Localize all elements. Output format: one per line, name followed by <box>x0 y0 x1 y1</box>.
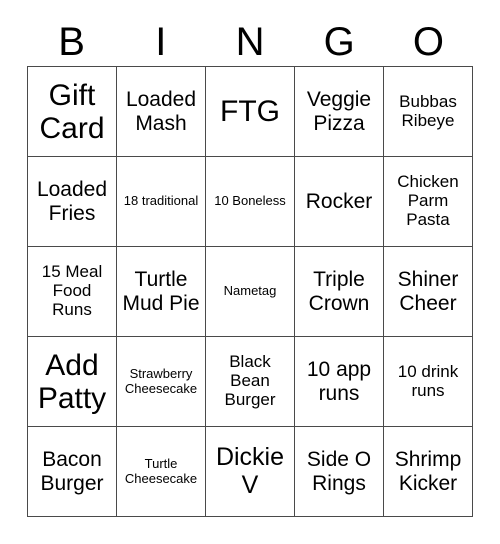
bingo-cell[interactable]: Gift Card <box>28 67 117 157</box>
header-letter-o: O <box>412 20 444 64</box>
header-letter-g: G <box>323 20 355 64</box>
bingo-cell-label: Turtle Cheesecake <box>124 456 198 486</box>
bingo-cell[interactable]: Shrimp Kicker <box>384 427 473 517</box>
bingo-cell[interactable]: 18 traditional <box>117 157 206 247</box>
bingo-cell-label: Shrimp Kicker <box>394 448 462 495</box>
bingo-header-row: B I N G O <box>27 18 473 66</box>
bingo-cell-label: Triple Crown <box>308 268 370 315</box>
header-letter-n: N <box>235 20 265 64</box>
bingo-cell-label: Side O Rings <box>306 448 372 495</box>
bingo-cell[interactable]: Rocker <box>295 157 384 247</box>
bingo-cell[interactable]: 15 Meal Food Runs <box>28 247 117 337</box>
bingo-cell-label: Veggie Pizza <box>306 88 372 135</box>
bingo-cell[interactable]: Black Bean Burger <box>206 337 295 427</box>
bingo-cell-label: Loaded Mash <box>125 88 197 135</box>
bingo-cell-label: 18 traditional <box>123 193 199 209</box>
bingo-cell[interactable]: Strawberry Cheesecake <box>117 337 206 427</box>
bingo-cell-label: 10 Boneless <box>214 193 286 209</box>
bingo-cell-label: Gift Card <box>39 78 105 145</box>
bingo-cell[interactable]: Triple Crown <box>295 247 384 337</box>
bingo-cell-label: Black Bean Burger <box>224 352 276 409</box>
bingo-cell-label: Bacon Burger <box>40 448 104 495</box>
bingo-cell[interactable]: 10 drink runs <box>384 337 473 427</box>
bingo-cell[interactable]: Dickie V <box>206 427 295 517</box>
bingo-cell[interactable]: Loaded Fries <box>28 157 117 247</box>
bingo-cell-label: Nametag <box>223 283 277 299</box>
bingo-cell-label: FTG <box>220 95 280 128</box>
bingo-cell[interactable]: Turtle Cheesecake <box>117 427 206 517</box>
bingo-cell[interactable]: Chicken Parm Pasta <box>384 157 473 247</box>
bingo-cell[interactable]: Loaded Mash <box>117 67 206 157</box>
bingo-cell[interactable]: Turtle Mud Pie <box>117 247 206 337</box>
bingo-cell-label: 15 Meal Food Runs <box>41 262 103 319</box>
bingo-cell[interactable]: Veggie Pizza <box>295 67 384 157</box>
bingo-cell-label: Loaded Fries <box>36 178 108 225</box>
bingo-cell[interactable]: 10 Boneless <box>206 157 295 247</box>
bingo-grid: Gift Card Loaded Mash FTG Veggie Pizza B… <box>27 66 473 517</box>
bingo-cell[interactable]: Bacon Burger <box>28 427 117 517</box>
bingo-cell-label: Rocker <box>305 189 373 213</box>
header-letter-i: I <box>155 20 167 64</box>
bingo-cell-label: 10 drink runs <box>397 361 459 400</box>
bingo-cell[interactable]: Shiner Cheer <box>384 247 473 337</box>
bingo-cell[interactable]: Add Patty <box>28 337 117 427</box>
bingo-cell-label: Add Patty <box>37 348 107 415</box>
bingo-card: B I N G O Gift Card Loaded Mash FTG Vegg… <box>0 0 500 544</box>
bingo-cell-label: Dickie V <box>215 443 285 499</box>
bingo-cell-label: Strawberry Cheesecake <box>124 366 198 396</box>
header-letter-b: B <box>58 20 85 64</box>
bingo-cell-label: Turtle Mud Pie <box>122 268 200 315</box>
bingo-cell[interactable]: Side O Rings <box>295 427 384 517</box>
bingo-cell[interactable]: Nametag <box>206 247 295 337</box>
bingo-cell-label: Bubbas Ribeye <box>399 91 457 130</box>
bingo-cell-label: Chicken Parm Pasta <box>397 172 459 229</box>
bingo-cell-label: 10 app runs <box>306 358 372 405</box>
bingo-cell[interactable]: Bubbas Ribeye <box>384 67 473 157</box>
bingo-cell-label: Shiner Cheer <box>397 268 459 315</box>
bingo-cell[interactable]: FTG <box>206 67 295 157</box>
bingo-cell[interactable]: 10 app runs <box>295 337 384 427</box>
